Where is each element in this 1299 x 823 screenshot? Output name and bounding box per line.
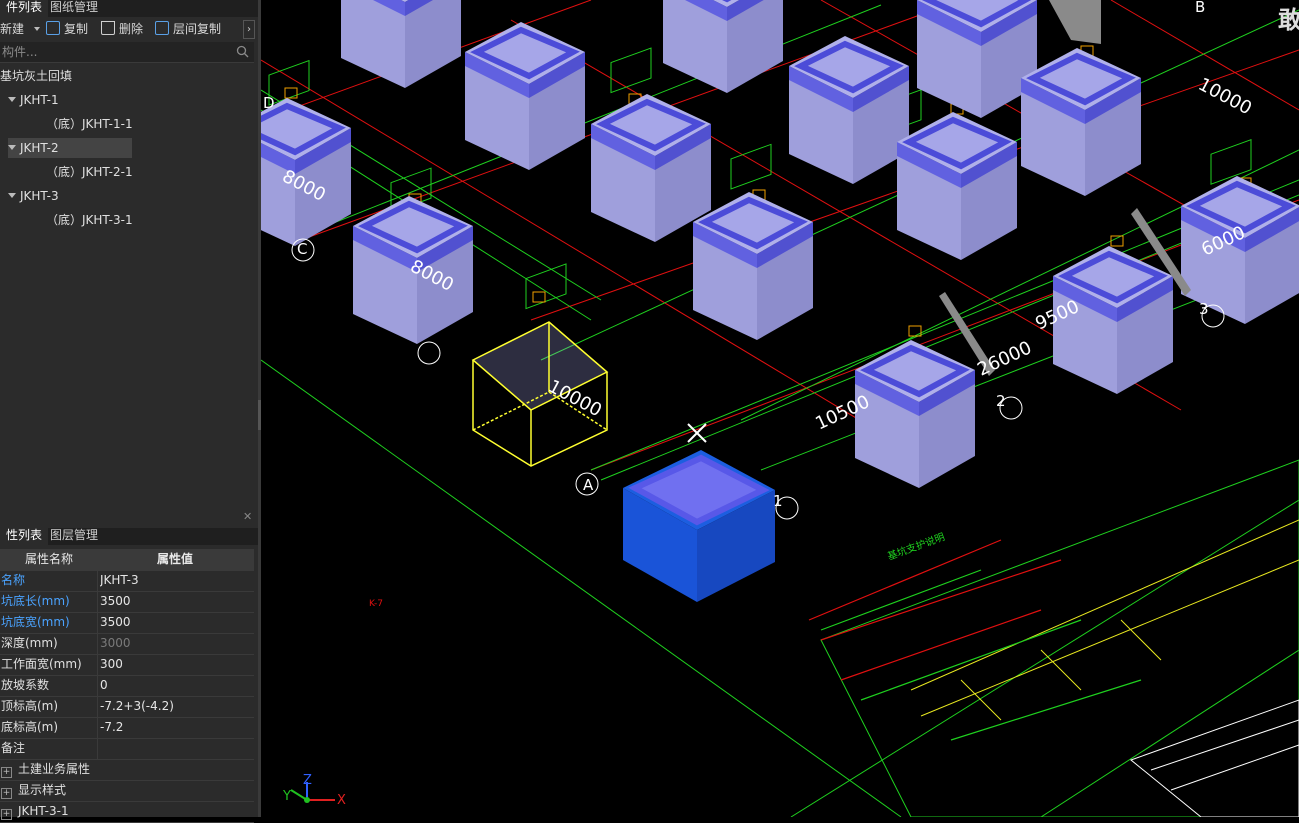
tree-root[interactable]: 基坑灰土回填 bbox=[0, 66, 72, 86]
tab-layer-management[interactable]: 图层管理 bbox=[44, 528, 104, 545]
property-row[interactable]: 工作面宽(mm) 300 bbox=[0, 654, 254, 676]
highlighted-pit[interactable] bbox=[623, 450, 775, 602]
panel-divider bbox=[0, 510, 258, 528]
more-tools-button[interactable]: › bbox=[243, 20, 255, 39]
property-table-header: 属性名称 属性值 bbox=[0, 549, 254, 571]
property-group-row[interactable]: + JKHT-3-1 bbox=[0, 801, 254, 823]
floor-copy-icon bbox=[155, 21, 169, 35]
property-group-row[interactable]: + 土建业务属性 bbox=[0, 759, 254, 781]
new-button[interactable]: 新建 bbox=[0, 21, 40, 38]
drawing-sheet: 基坑支护说明 bbox=[808, 459, 1299, 818]
scene-canvas[interactable]: 8000 8000 10000 10000 6000 9500 26000 10… bbox=[260, 0, 1299, 818]
delete-button[interactable]: 删除 bbox=[101, 21, 143, 38]
property-row[interactable]: 坑底宽(mm) 3500 bbox=[0, 612, 254, 634]
property-row[interactable]: 备注 bbox=[0, 738, 254, 760]
property-row[interactable]: 底标高(m) -7.2 bbox=[0, 717, 254, 739]
property-row[interactable]: 顶标高(m) -7.2+3(-4.2) bbox=[0, 696, 254, 718]
tree-item-jkht-2-1[interactable]: （底）JKHT-2-1 bbox=[46, 162, 133, 182]
floor-copy-button[interactable]: 层间复制 bbox=[155, 21, 221, 38]
trash-icon bbox=[101, 21, 115, 35]
property-group-row[interactable]: + 显示样式 bbox=[0, 780, 254, 802]
3d-viewport[interactable]: 8000 8000 10000 10000 6000 9500 26000 10… bbox=[260, 0, 1299, 818]
copy-button[interactable]: 复制 bbox=[46, 21, 88, 38]
property-row[interactable]: 深度(mm) 3000 bbox=[0, 633, 254, 655]
notes-title: 基坑支护说明 bbox=[886, 530, 947, 563]
search-input[interactable] bbox=[0, 42, 232, 62]
top-tab-bar: 件列表 图纸管理 bbox=[0, 0, 258, 17]
expand-plus-icon[interactable]: + bbox=[1, 809, 12, 820]
axis-label: C bbox=[297, 240, 307, 258]
bottom-tab-bar: 性列表 图层管理 bbox=[0, 528, 258, 545]
axis-gizmo-icon: X Y Z bbox=[282, 773, 346, 808]
close-icon[interactable]: ✕ bbox=[243, 511, 253, 522]
tree-item-jkht-3-1[interactable]: （底）JKHT-3-1 bbox=[46, 210, 133, 230]
axis-label: 2 bbox=[996, 392, 1006, 410]
tab-property-list[interactable]: 性列表 bbox=[0, 528, 49, 545]
svg-text:Y: Y bbox=[282, 789, 291, 804]
search-icon[interactable] bbox=[236, 45, 249, 58]
axis-label: 3 bbox=[1199, 300, 1209, 318]
axis-label: B bbox=[1195, 0, 1205, 16]
property-row[interactable]: 名称 JKHT-3 bbox=[0, 570, 254, 592]
tree-item-jkht-1[interactable]: JKHT-1 bbox=[8, 90, 59, 110]
axis-label: D bbox=[263, 94, 275, 112]
property-row[interactable]: 放坡系数 0 bbox=[0, 675, 254, 697]
left-panel: 件列表 图纸管理 新建 复制 删除 层间复制 › 基坑灰土回填 JKHT-1 （… bbox=[0, 0, 258, 823]
expand-caret-icon[interactable] bbox=[8, 97, 16, 102]
tab-drawing-management[interactable]: 图纸管理 bbox=[44, 0, 104, 17]
dim-label: 10000 bbox=[1195, 74, 1255, 119]
tree-item-jkht-1-1[interactable]: （底）JKHT-1-1 bbox=[46, 114, 133, 134]
dropdown-arrow-icon[interactable] bbox=[33, 27, 40, 31]
tree-item-jkht-2[interactable]: JKHT-2 bbox=[8, 138, 132, 158]
svg-text:X: X bbox=[337, 793, 346, 808]
property-row[interactable]: 坑底长(mm) 3500 bbox=[0, 591, 254, 613]
tree-item-jkht-3[interactable]: JKHT-3 bbox=[8, 186, 59, 206]
component-toolbar: 新建 复制 删除 层间复制 › bbox=[0, 17, 258, 42]
expand-plus-icon[interactable]: + bbox=[1, 788, 12, 799]
expand-caret-icon[interactable] bbox=[8, 193, 16, 198]
red-label: K-7 bbox=[369, 599, 383, 609]
tab-component-list[interactable]: 件列表 bbox=[0, 0, 49, 17]
expand-caret-icon[interactable] bbox=[8, 145, 16, 150]
search-bar bbox=[0, 42, 254, 63]
corner-watermark: 敢 bbox=[1278, 6, 1299, 34]
expand-plus-icon[interactable]: + bbox=[1, 767, 12, 778]
copy-icon bbox=[46, 21, 60, 35]
axis-label: 1 bbox=[773, 492, 783, 510]
axis-grid-green bbox=[260, 4, 1299, 818]
svg-text:Z: Z bbox=[303, 773, 312, 788]
axis-label: A bbox=[583, 476, 594, 494]
dim-label: 26000 bbox=[974, 337, 1035, 380]
